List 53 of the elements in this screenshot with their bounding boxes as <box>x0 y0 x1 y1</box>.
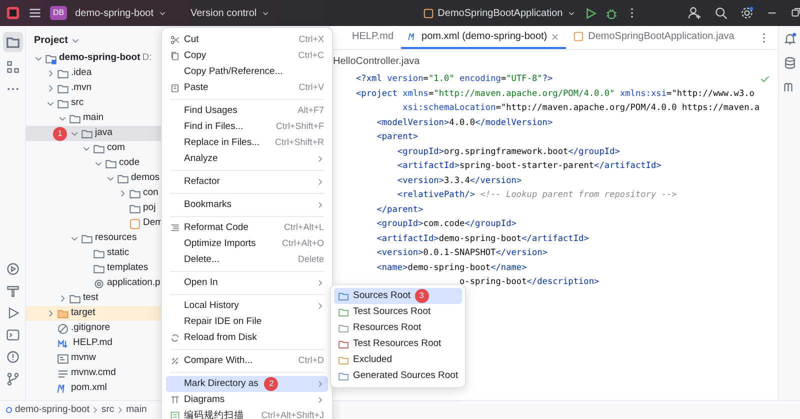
shortcut-hint: Ctrl+C <box>298 49 324 62</box>
tree-item-label: main <box>83 111 104 126</box>
shortcut-hint: Ctrl+V <box>298 81 324 94</box>
tree-item-label: pom.xml <box>71 381 107 396</box>
tree-item-label: templates <box>107 261 148 276</box>
shortcut-hint: Ctrl+Alt+Shift+J <box>261 409 324 419</box>
code-line: <relativePath/> <!-- Lookup parent from repository --> <box>396 189 677 202</box>
tree-item-label: HELP.md <box>73 336 112 350</box>
code-line: <groupId>com.code</groupId> <box>376 218 516 231</box>
tree-item-label: mvnw <box>71 351 96 366</box>
code-line: <artifactId>spring-boot-starter-parent</artifactId> <box>396 160 662 173</box>
shortcut-hint: Ctrl+Alt+O <box>282 237 324 250</box>
tree-item-label: .mvn <box>71 81 92 96</box>
shortcut-hint: Ctrl+Alt+L <box>284 221 324 234</box>
tree-item-label: con <box>143 186 158 200</box>
code-line: <parent> <box>376 131 418 144</box>
shortcut-hint: Ctrl+X <box>298 33 324 46</box>
tree-item-label: code <box>119 156 140 170</box>
tree-item-label: mvnw.cmd <box>71 366 116 380</box>
step-badge: 1 <box>53 126 67 140</box>
code-line: o-spring-boot</description> <box>458 276 600 289</box>
tree-item-label: static <box>107 246 130 260</box>
shortcut-hint: Alt+F7 <box>298 104 324 118</box>
code-line: <version>0.0.1-SNAPSHOT</version> <box>376 247 548 260</box>
tree-item-label: demos <box>131 171 160 186</box>
code-line: <name>demo-spring-boot</name> <box>376 262 527 274</box>
step-badge: 3 <box>414 289 429 303</box>
tree-item-label: java <box>95 126 112 140</box>
code-line: xsi:schemaLocation="http://maven.apache.org/POM/4.0.0 https://maven.a <box>402 102 760 115</box>
code-line: <modelVersion>4.0.0</modelVersion> <box>376 116 553 130</box>
tree-item-label: test <box>83 291 98 306</box>
code-line: <groupId>org.springframework.boot</groupId> <box>396 146 620 158</box>
step-badge: 2 <box>264 377 278 391</box>
tree-item-label: resources <box>95 231 137 246</box>
code-line: <project xmlns="http://maven.apache.org/POM/4.0.0" xmlns:xsi="http://www.w3.o <box>356 88 754 100</box>
code-line: <?xml version="1.0" encoding="UTF-8"?> <box>356 73 553 86</box>
shortcut-hint: Ctrl+Shift+R <box>274 136 324 150</box>
code-line: <artifactId>demo-spring-boot</artifactId> <box>376 232 589 246</box>
shortcut-hint: Ctrl+Shift+F <box>276 120 324 134</box>
tree-item-label: target <box>71 306 96 320</box>
project-badge: DB <box>50 6 68 20</box>
tree-item-label: com <box>107 141 125 156</box>
code-line: </parent> <box>376 204 424 216</box>
tree-item-label: src <box>71 96 84 110</box>
shortcut-hint: Delete <box>298 253 324 266</box>
tree-item-label: demo-spring-boot <box>59 51 140 66</box>
tree-item-label: poj <box>143 201 156 216</box>
path-hint: D: <box>142 51 152 66</box>
tree-item-label: .gitignore <box>71 321 110 336</box>
tree-item-label: .idea <box>71 66 92 80</box>
tree-item-label: application.p <box>107 276 160 290</box>
code-line: <version>3.3.4</version> <box>396 174 522 188</box>
shortcut-hint: Ctrl+D <box>298 354 324 368</box>
